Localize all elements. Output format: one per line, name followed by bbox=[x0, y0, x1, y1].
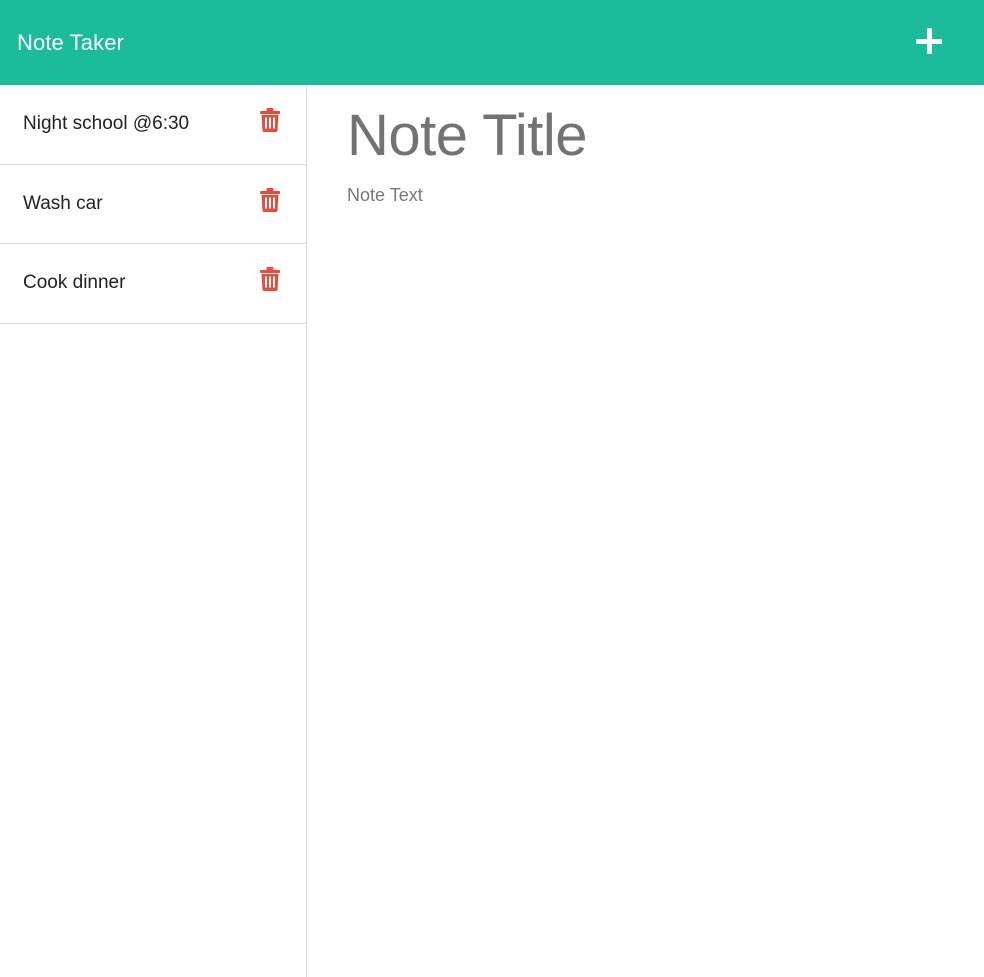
trash-icon[interactable] bbox=[260, 267, 282, 293]
list-item[interactable]: Cook dinner bbox=[0, 244, 306, 324]
note-title-input[interactable] bbox=[347, 97, 947, 173]
trash-icon[interactable] bbox=[260, 108, 282, 134]
plus-icon[interactable] bbox=[916, 27, 946, 57]
trash-icon[interactable] bbox=[260, 187, 282, 214]
note-text-input[interactable] bbox=[347, 185, 947, 585]
navbar: Note Taker bbox=[0, 0, 984, 85]
app-title[interactable]: Note Taker bbox=[17, 30, 124, 56]
note-label[interactable]: Night school @6:30 bbox=[23, 113, 189, 135]
note-label[interactable]: Cook dinner bbox=[23, 272, 125, 294]
list-item[interactable]: Wash car bbox=[0, 165, 306, 244]
note-list: Night school @6:30 Wash car Cook dinner bbox=[0, 85, 307, 977]
note-label[interactable]: Wash car bbox=[23, 193, 103, 215]
list-item[interactable]: Night school @6:30 bbox=[0, 85, 306, 165]
note-editor bbox=[307, 85, 984, 977]
